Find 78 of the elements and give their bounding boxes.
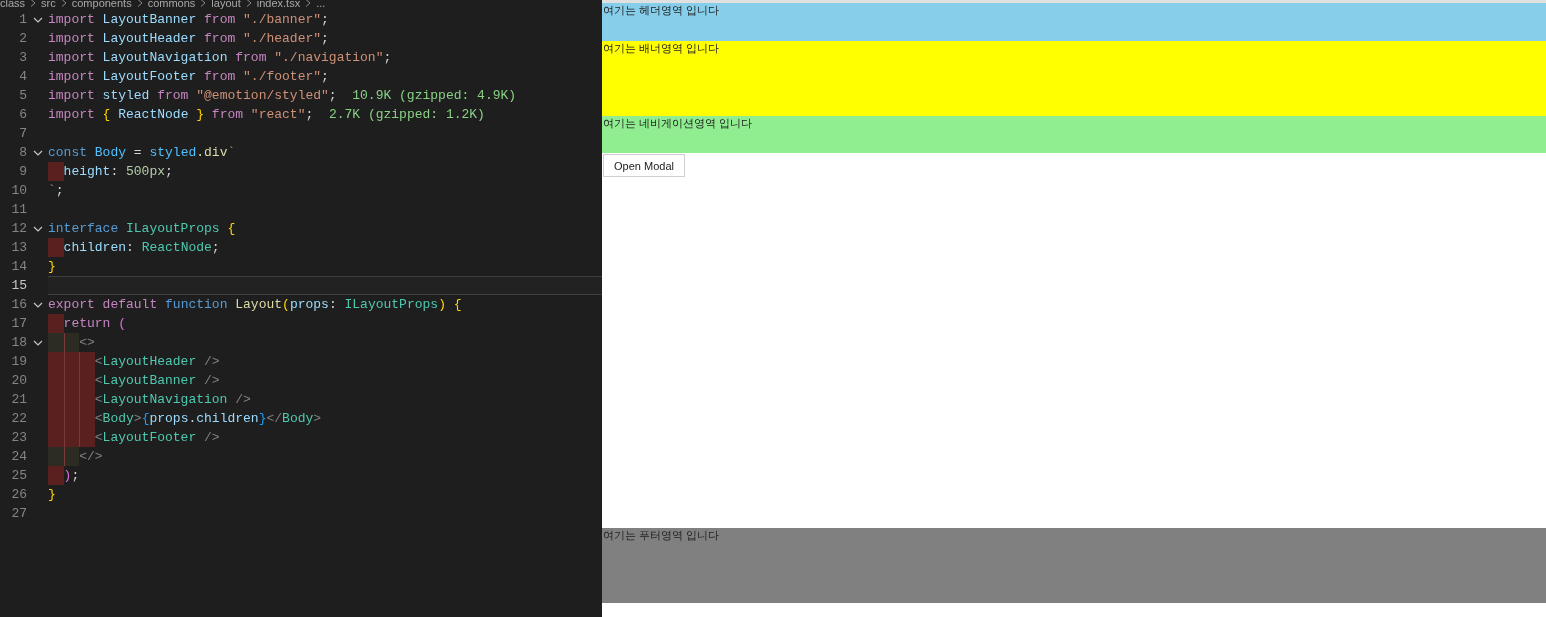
code-line: } (48, 485, 56, 504)
code-line: ); (63, 466, 80, 485)
indent-guide (48, 428, 64, 447)
chevron-right-icon (30, 0, 37, 7)
code-line: } (48, 257, 56, 276)
line-number: 4 (18, 67, 27, 86)
open-modal-button[interactable]: Open Modal (603, 154, 685, 177)
line-number: 3 (18, 48, 27, 67)
code-line: `; (48, 181, 64, 200)
indent-guide (48, 162, 64, 181)
code-line: export default function Layout(props: ILayoutProps) { (48, 295, 462, 314)
line-number: 19 (10, 352, 27, 371)
line-number: 14 (10, 257, 27, 276)
breadcrumb-item[interactable]: ... (316, 0, 326, 8)
code-line: height: 500px; (63, 162, 173, 181)
line-number: 20 (10, 371, 27, 390)
line-number: 22 (10, 409, 27, 428)
chevron-right-icon (60, 0, 67, 7)
banner-text: 여기는 배너영역 입니다 (602, 42, 720, 54)
code-line: interface ILayoutProps { (48, 219, 236, 238)
code-line: <LayoutNavigation /> (94, 390, 251, 409)
line-number: 6 (18, 105, 27, 124)
indent-guide (79, 352, 95, 371)
chevron-right-icon (200, 0, 207, 7)
indent-guide (48, 447, 64, 466)
line-number: 27 (10, 504, 27, 523)
indent-guide (48, 352, 64, 371)
line-number: 7 (18, 124, 27, 143)
line-number: 15 (10, 276, 27, 295)
line-number: 17 (10, 314, 27, 333)
code-line: <Body>{props.children}</Body> (94, 409, 322, 428)
indent-guide (48, 238, 64, 257)
line-number: 21 (10, 390, 27, 409)
code-line: <LayoutHeader /> (94, 352, 220, 371)
line-number: 18 (10, 333, 27, 352)
line-number: 25 (10, 466, 27, 485)
indent-guide (48, 314, 64, 333)
breadcrumb-item[interactable]: src (41, 0, 56, 8)
code-line: import { ReactNode } from "react"; 2.7K (gzipped: 1.2K) (48, 105, 485, 124)
code-line: return ( (63, 314, 126, 333)
code-line: </> (79, 447, 103, 466)
line-number: 16 (10, 295, 27, 314)
line-number: 26 (10, 485, 27, 504)
breadcrumb-item[interactable]: class (0, 0, 26, 8)
breadcrumb-item[interactable]: index.tsx (256, 0, 301, 8)
indent-guide (48, 333, 64, 352)
line-number: 1 (18, 10, 27, 29)
breadcrumb-item[interactable]: layout (211, 0, 241, 8)
indent-guide (79, 428, 95, 447)
code-line: <LayoutBanner /> (94, 371, 220, 390)
navigation-text: 여기는 네비게이션영역 입니다 (602, 117, 753, 129)
code-line: <LayoutFooter /> (94, 428, 220, 447)
code-line: import LayoutBanner from "./banner"; (48, 10, 329, 29)
line-number: 10 (10, 181, 27, 200)
code-line: import LayoutFooter from "./footer"; (48, 67, 329, 86)
code-line: <> (79, 333, 95, 352)
code-line: children: ReactNode; (63, 238, 220, 257)
code-line: import LayoutHeader from "./header"; (48, 29, 329, 48)
line-number: 9 (18, 162, 27, 181)
breadcrumb-item[interactable]: commons (147, 0, 196, 8)
chevron-right-icon (136, 0, 143, 7)
chevron-right-icon (245, 0, 252, 7)
line-number: 5 (18, 86, 27, 105)
line-number: 24 (10, 447, 27, 466)
line-number: 2 (18, 29, 27, 48)
code-line: import LayoutNavigation from "./navigation"; (48, 48, 392, 67)
line-number: 11 (10, 200, 27, 219)
line-number: 23 (10, 428, 27, 447)
line-number: 12 (10, 219, 27, 238)
line-number: 13 (10, 238, 27, 257)
line-number: 8 (18, 143, 27, 162)
footer-text: 여기는 푸터영역 입니다 (602, 529, 720, 541)
indent-guide (48, 466, 64, 485)
code-line: const Body = styled.div` (48, 143, 236, 162)
header-text: 여기는 헤더영역 입니다 (602, 4, 720, 16)
chevron-right-icon (305, 0, 312, 7)
breadcrumb-item[interactable]: components (71, 0, 132, 8)
code-line: import styled from "@emotion/styled"; 10.9K (gzipped: 4.9K) (48, 86, 517, 105)
